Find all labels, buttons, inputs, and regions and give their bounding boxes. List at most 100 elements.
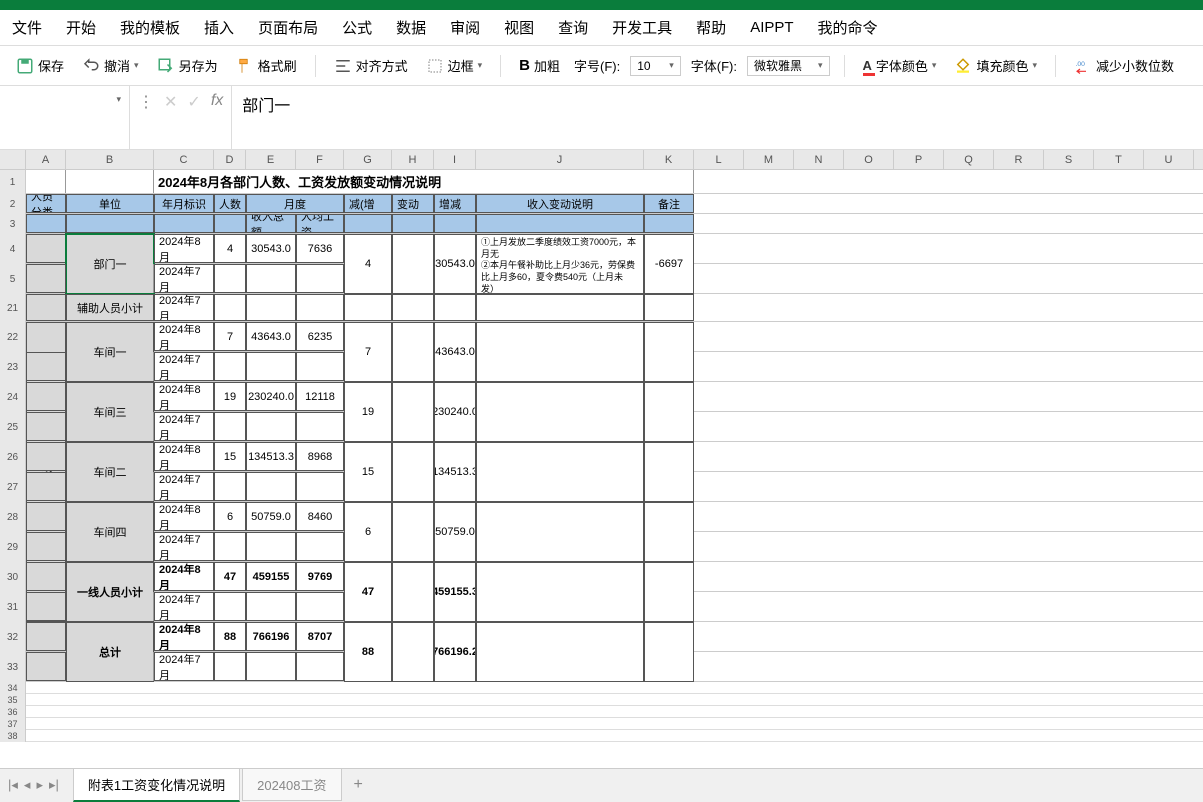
col-header-B[interactable]: B [66,150,154,169]
row-header-23[interactable]: 23 [0,352,26,382]
font-select[interactable]: ▾ [747,56,830,76]
menu-帮助[interactable]: 帮助 [692,11,730,44]
menu-视图[interactable]: 视图 [500,11,538,44]
col-header-M[interactable]: M [744,150,794,169]
col-header-F[interactable]: F [296,150,344,169]
hdr-reason[interactable]: 人员变动说明 [392,194,434,213]
row-header-29[interactable]: 29 [0,532,26,562]
fontcolor-button[interactable]: A 字体颜色▾ [859,54,941,77]
row-header-22[interactable]: 22 [0,322,26,352]
row-header-32[interactable]: 32 [0,622,26,652]
hdr-unit[interactable]: 单位 [66,194,154,213]
col-header-T[interactable]: T [1094,150,1144,169]
row-header-26[interactable]: 26 [0,442,26,472]
row-header-5[interactable]: 5 [0,264,26,294]
menu-查询[interactable]: 查询 [554,11,592,44]
col-header-N[interactable]: N [794,150,844,169]
menu-我的命令[interactable]: 我的命令 [814,11,882,44]
menu-开发工具[interactable]: 开发工具 [608,11,676,44]
hdr-avg[interactable]: 人均工资 [296,214,344,233]
hdr-count[interactable]: 人数 [214,194,246,213]
row-header-27[interactable]: 27 [0,472,26,502]
cell-unit[interactable]: 车间四✛ [66,502,154,562]
col-header-G[interactable]: G [344,150,392,169]
cell-i[interactable]: 30543.0 [434,234,476,294]
row-header-24[interactable]: 24 [0,382,26,412]
row-header-38[interactable]: 38 [0,730,26,742]
menu-审阅[interactable]: 审阅 [446,11,484,44]
menu-开始[interactable]: 开始 [62,11,100,44]
cancel-icon[interactable]: ✕ [164,92,177,112]
col-header-D[interactable]: D [214,150,246,169]
row-header-2[interactable]: 2 [0,194,26,214]
menu-文件[interactable]: 文件 [8,11,46,44]
add-sheet-button[interactable]: + [344,772,373,798]
col-header-Q[interactable]: Q [944,150,994,169]
col-header-S[interactable]: S [1044,150,1094,169]
fx-menu-icon[interactable]: ⋮ [138,92,154,112]
formula-input[interactable]: 部门一 [232,86,1203,149]
col-header-R[interactable]: R [994,150,1044,169]
row-header-1[interactable]: 1 [0,170,26,194]
hdr-month[interactable]: 月度 [246,194,344,213]
col-header-E[interactable]: E [246,150,296,169]
tab-sheet2[interactable]: 202408工资 [242,768,341,801]
align-button[interactable]: 对齐方式 [330,54,412,77]
row-header-36[interactable]: 36 [0,706,26,718]
bold-button[interactable]: B加粗 [515,54,564,77]
col-header-J[interactable]: J [476,150,644,169]
cell-f[interactable]: 7636 [296,234,344,263]
menu-公式[interactable]: 公式 [338,11,376,44]
cell-ym[interactable]: 2024年8月 [154,234,214,263]
col-header-L[interactable]: L [694,150,744,169]
menu-页面布局[interactable]: 页面布局 [254,11,322,44]
row-header-37[interactable]: 37 [0,718,26,730]
col-header-A[interactable]: A [26,150,66,169]
row-header-21[interactable]: 21 [0,294,26,322]
col-header-I[interactable]: I [434,150,476,169]
border-button[interactable]: 边框▾ [422,54,487,77]
hdr-income-total[interactable]: 收入总额 [246,214,296,233]
spreadsheet-grid[interactable]: ABCDEFGHIJKLMNOPQRSTU 12024年8月各部门人数、工资发放… [0,150,1203,768]
cell-ym2[interactable]: 2024年7月 [154,264,214,293]
cell-k[interactable]: -6697 [644,234,694,294]
row-header-28[interactable]: 28 [0,502,26,532]
menu-我的模板[interactable]: 我的模板 [116,11,184,44]
col-header-P[interactable]: P [894,150,944,169]
saveas-button[interactable]: 另存为 [153,54,222,77]
sheet-title[interactable]: 2024年8月各部门人数、工资发放额变动情况说明 [154,170,694,193]
hdr-note[interactable]: 备注 [644,194,694,213]
col-header-U[interactable]: U [1144,150,1194,169]
row-header-30[interactable]: 30 [0,562,26,592]
save-button[interactable]: 保存 [12,54,68,77]
tab-prev-icon[interactable]: ◂ [24,777,31,793]
row-header-31[interactable]: 31 [0,592,26,622]
hdr-category[interactable]: 人员分类 [26,194,66,213]
row-header-35[interactable]: 35 [0,694,26,706]
menu-数据[interactable]: 数据 [392,11,430,44]
decrease-decimal-button[interactable]: .00 减少小数位数 [1070,54,1178,77]
format-painter-button[interactable]: 格式刷 [232,54,301,77]
tab-first-icon[interactable]: |◂ [8,777,18,793]
name-box[interactable]: ▾ [0,86,130,149]
row-header-25[interactable]: 25 [0,412,26,442]
col-header-K[interactable]: K [644,150,694,169]
select-all-corner[interactable] [0,150,26,169]
cell-desc[interactable]: ①上月发放二季度绩效工资7000元，本月无 ②本月午餐补助比上月少36元，劳保费… [476,234,644,294]
hdr-delta[interactable]: 人员增减(增+减-) [344,194,392,213]
hdr-ym[interactable]: 年月标识 [154,194,214,213]
undo-button[interactable]: 撤消▾ [78,54,143,77]
tab-next-icon[interactable]: ▸ [36,777,43,793]
tab-last-icon[interactable]: ▸| [49,777,59,793]
confirm-icon[interactable]: ✓ [187,92,200,112]
hdr-income[interactable]: 收入增减情况 [434,194,476,213]
col-header-O[interactable]: O [844,150,894,169]
row-header-34[interactable]: 34 [0,682,26,694]
fx-icon[interactable]: fx [211,92,223,110]
col-header-H[interactable]: H [392,150,434,169]
hdr-desc[interactable]: 收入变动说明 [476,194,644,213]
cell-e[interactable]: 30543.0 [246,234,296,263]
menu-插入[interactable]: 插入 [200,11,238,44]
fillcolor-button[interactable]: 填充颜色▾ [950,54,1041,77]
tab-sheet1[interactable]: 附表1工资变化情况说明 [73,768,240,802]
